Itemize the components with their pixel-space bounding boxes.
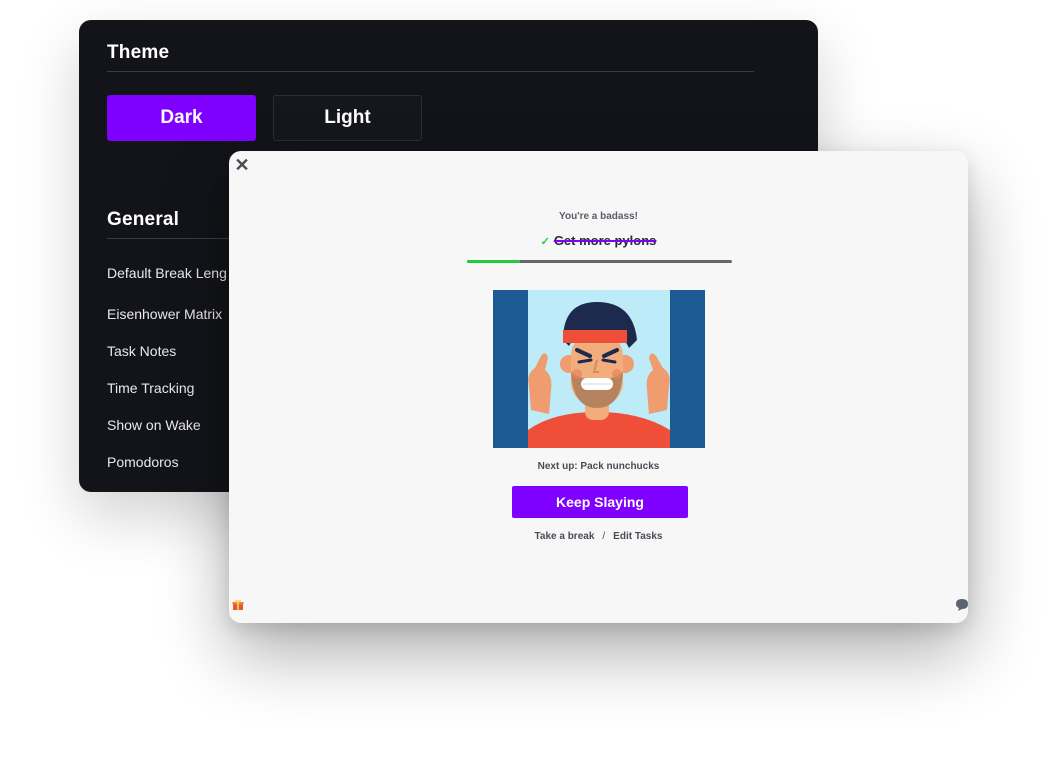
- encouragement-text: You're a badass!: [559, 211, 638, 222]
- angry-man-illustration: [493, 290, 705, 448]
- setting-time-tracking[interactable]: Time Tracking: [107, 380, 194, 396]
- setting-default-break-length[interactable]: Default Break Leng: [107, 265, 227, 281]
- theme-light-button[interactable]: Light: [273, 95, 422, 141]
- setting-task-notes[interactable]: Task Notes: [107, 343, 176, 359]
- completed-task: ✓ Get more pylons: [229, 233, 968, 248]
- setting-show-on-wake[interactable]: Show on Wake: [107, 417, 201, 433]
- take-a-break-link[interactable]: Take a break: [535, 531, 595, 542]
- setting-eisenhower-matrix[interactable]: Eisenhower Matrix: [107, 306, 222, 322]
- gift-icon[interactable]: [232, 599, 244, 611]
- general-section-title: General: [107, 209, 180, 230]
- task-complete-modal: ✕ You're a badass! ✓ Get more pylons Nex…: [229, 151, 968, 623]
- progress-bar-fill: [467, 260, 520, 263]
- theme-dark-button[interactable]: Dark: [107, 95, 256, 141]
- progress-bar: [467, 260, 732, 263]
- check-icon: ✓: [540, 236, 550, 248]
- chat-bubble-icon[interactable]: [955, 598, 968, 612]
- close-icon[interactable]: ✕: [233, 155, 251, 175]
- link-separator: /: [602, 531, 606, 542]
- theme-divider: [107, 71, 754, 72]
- next-up-text: Next up: Pack nunchucks: [537, 461, 660, 472]
- secondary-links: Take a break / Edit Tasks: [229, 531, 968, 542]
- keep-slaying-button[interactable]: Keep Slaying: [512, 486, 688, 518]
- setting-pomodoros[interactable]: Pomodoros: [107, 454, 179, 470]
- theme-section-title: Theme: [107, 42, 170, 63]
- edit-tasks-link[interactable]: Edit Tasks: [613, 531, 662, 542]
- completed-task-label: Get more pylons: [553, 233, 657, 248]
